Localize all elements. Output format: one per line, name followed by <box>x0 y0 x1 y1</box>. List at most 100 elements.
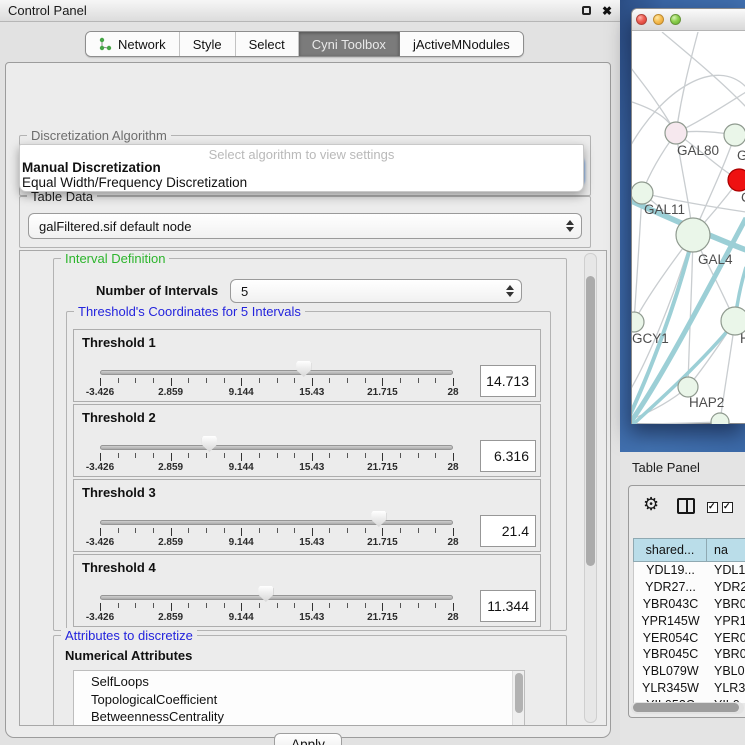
tick-mark <box>294 528 295 533</box>
table-cell: YLR345W <box>634 680 707 697</box>
app-root: Control Panel ✖ NetworkStyleSelectCyni T… <box>0 0 745 745</box>
threshold-panel: Threshold 3-3.4262.8599.14415.4321.71528… <box>73 479 541 552</box>
network-node-ga[interactable] <box>724 124 745 146</box>
table-row[interactable]: YDR27...YDR2 <box>634 579 745 596</box>
slider-track[interactable] <box>100 520 453 525</box>
algorithm-option-equal-width-frequency-discretization[interactable]: Equal Width/Frequency Discretization <box>20 175 583 190</box>
table-row[interactable]: YLR345WYLR3 <box>634 680 745 697</box>
table-cell: YER054C <box>634 630 707 647</box>
numerical-attributes-list[interactable]: SelfLoopsTopologicalCoefficientBetweenne… <box>73 670 525 726</box>
slider-track[interactable] <box>100 370 453 375</box>
group-title: Attributes to discretize <box>61 628 197 643</box>
algorithm-dropdown-popup: Select algorithm to view settings Manual… <box>19 144 584 192</box>
network-desktop: GAL80GACGAL11GAL4GCY1HHAP2 <box>620 0 745 452</box>
minimize-traffic-light[interactable] <box>653 14 664 25</box>
tick-mark <box>329 528 330 533</box>
numerical-attribute-item[interactable]: SelfLoops <box>74 673 524 691</box>
network-node-label: C <box>741 190 745 205</box>
threshold-panel: Threshold 1-3.4262.8599.14415.4321.71528… <box>73 329 541 402</box>
close-icon[interactable]: ✖ <box>602 0 612 22</box>
tick-mark <box>153 603 154 608</box>
tick-mark <box>294 453 295 458</box>
network-node-label: GAL4 <box>698 252 733 267</box>
table-cell: YDL19... <box>634 562 707 579</box>
network-node-label: GA <box>737 148 745 163</box>
numerical-attribute-item[interactable]: TopologicalCoefficient <box>74 691 524 709</box>
tick-mark <box>153 528 154 533</box>
network-node-c[interactable] <box>728 169 745 191</box>
threshold-value-field[interactable]: 14.713 <box>480 365 536 397</box>
network-graph: GAL80GACGAL11GAL4GCY1HHAP2 <box>632 32 745 424</box>
numerical-attribute-item[interactable]: BetweennessCentrality <box>74 708 524 726</box>
vertical-scrollbar[interactable] <box>584 253 597 723</box>
tick-mark <box>171 453 172 461</box>
float-icon[interactable] <box>582 6 591 15</box>
gear-icon[interactable]: ⚙ <box>643 494 659 515</box>
tab-label: jActiveMNodules <box>413 37 510 52</box>
tab-cyni-toolbox[interactable]: Cyni Toolbox <box>299 32 400 56</box>
close-traffic-light[interactable] <box>636 14 647 25</box>
table-row[interactable]: YBR045CYBR0 <box>634 646 745 663</box>
table-row[interactable]: YER054CYER0 <box>634 630 745 647</box>
tick-mark <box>453 453 454 461</box>
list-scrollbar-thumb[interactable] <box>515 673 523 713</box>
table-row[interactable]: YBR043CYBR0 <box>634 596 745 613</box>
group-title: Threshold's Coordinates for 5 Intervals <box>74 304 305 319</box>
network-view-window: GAL80GACGAL11GAL4GCY1HHAP2 <box>631 8 745 424</box>
checkbox-icon[interactable] <box>722 502 733 513</box>
threshold-value-field[interactable]: 11.344 <box>480 590 536 622</box>
zoom-traffic-light[interactable] <box>670 14 681 25</box>
tab-style[interactable]: Style <box>180 32 236 56</box>
column-header-shared-[interactable]: shared... <box>634 539 707 561</box>
network-node-gcy1[interactable] <box>632 312 644 332</box>
list-scrollbar[interactable] <box>512 671 524 726</box>
attribute-items: SelfLoopsTopologicalCoefficientBetweenne… <box>74 673 524 726</box>
tick-mark <box>188 528 189 533</box>
horizontal-scrollbar-thumb[interactable] <box>633 703 739 712</box>
table-row[interactable]: YBL079WYBL0 <box>634 663 745 680</box>
algorithm-option-manual-discretization[interactable]: Manual Discretization <box>20 160 583 175</box>
network-node[interactable] <box>711 413 729 424</box>
tick-mark <box>277 453 278 458</box>
apply-button[interactable]: Apply <box>274 733 342 745</box>
tick-mark <box>100 453 101 461</box>
network-node-gal80[interactable] <box>665 122 687 144</box>
table-row[interactable]: YDL19...YDL1 <box>634 562 745 579</box>
tick-mark <box>135 453 136 458</box>
tab-network[interactable]: Network <box>86 32 180 56</box>
network-window-titlebar[interactable] <box>632 9 745 31</box>
tick-mark <box>453 378 454 386</box>
tick-mark <box>100 378 101 386</box>
split-columns-icon[interactable] <box>677 498 695 514</box>
tick-mark <box>347 378 348 383</box>
tick-mark <box>224 453 225 458</box>
tab-jactivemnodules[interactable]: jActiveMNodules <box>400 32 523 56</box>
tick-mark <box>365 603 366 608</box>
slider-track[interactable] <box>100 595 453 600</box>
vertical-scrollbar-thumb[interactable] <box>586 276 595 566</box>
tick-mark <box>206 378 207 383</box>
table-panel: Table Panel ⚙ shared...na YDL19...YDL1YD… <box>620 452 745 745</box>
combo-arrows-icon <box>506 285 514 297</box>
horizontal-scrollbar[interactable] <box>631 702 744 714</box>
tick-label: 15.43 <box>299 387 324 398</box>
table-row[interactable]: YPR145WYPR1 <box>634 613 745 630</box>
table-data-combobox[interactable]: galFiltered.sif default node <box>28 213 582 239</box>
tab-select[interactable]: Select <box>236 32 299 56</box>
table-cell: YER0 <box>707 630 745 647</box>
network-node-hap2[interactable] <box>678 377 698 397</box>
tick-mark <box>329 378 330 383</box>
checkbox-icon[interactable] <box>707 502 718 513</box>
tick-mark <box>224 378 225 383</box>
table-rows: YDL19...YDL1YDR27...YDR2YBR043CYBR0YPR14… <box>633 562 745 703</box>
threshold-value-field[interactable]: 6.316 <box>480 440 536 472</box>
tick-mark <box>435 528 436 533</box>
network-node-gal11[interactable] <box>632 182 653 204</box>
number-of-intervals-combobox[interactable]: 5 <box>230 279 522 303</box>
column-header-na[interactable]: na <box>707 539 745 561</box>
network-node-gal4[interactable] <box>676 218 710 252</box>
threshold-panel: Threshold 4-3.4262.8599.14415.4321.71528… <box>73 554 541 627</box>
threshold-value-field[interactable]: 21.4 <box>480 515 536 547</box>
slider-track[interactable] <box>100 445 453 450</box>
tick-label: 2.859 <box>158 462 183 473</box>
